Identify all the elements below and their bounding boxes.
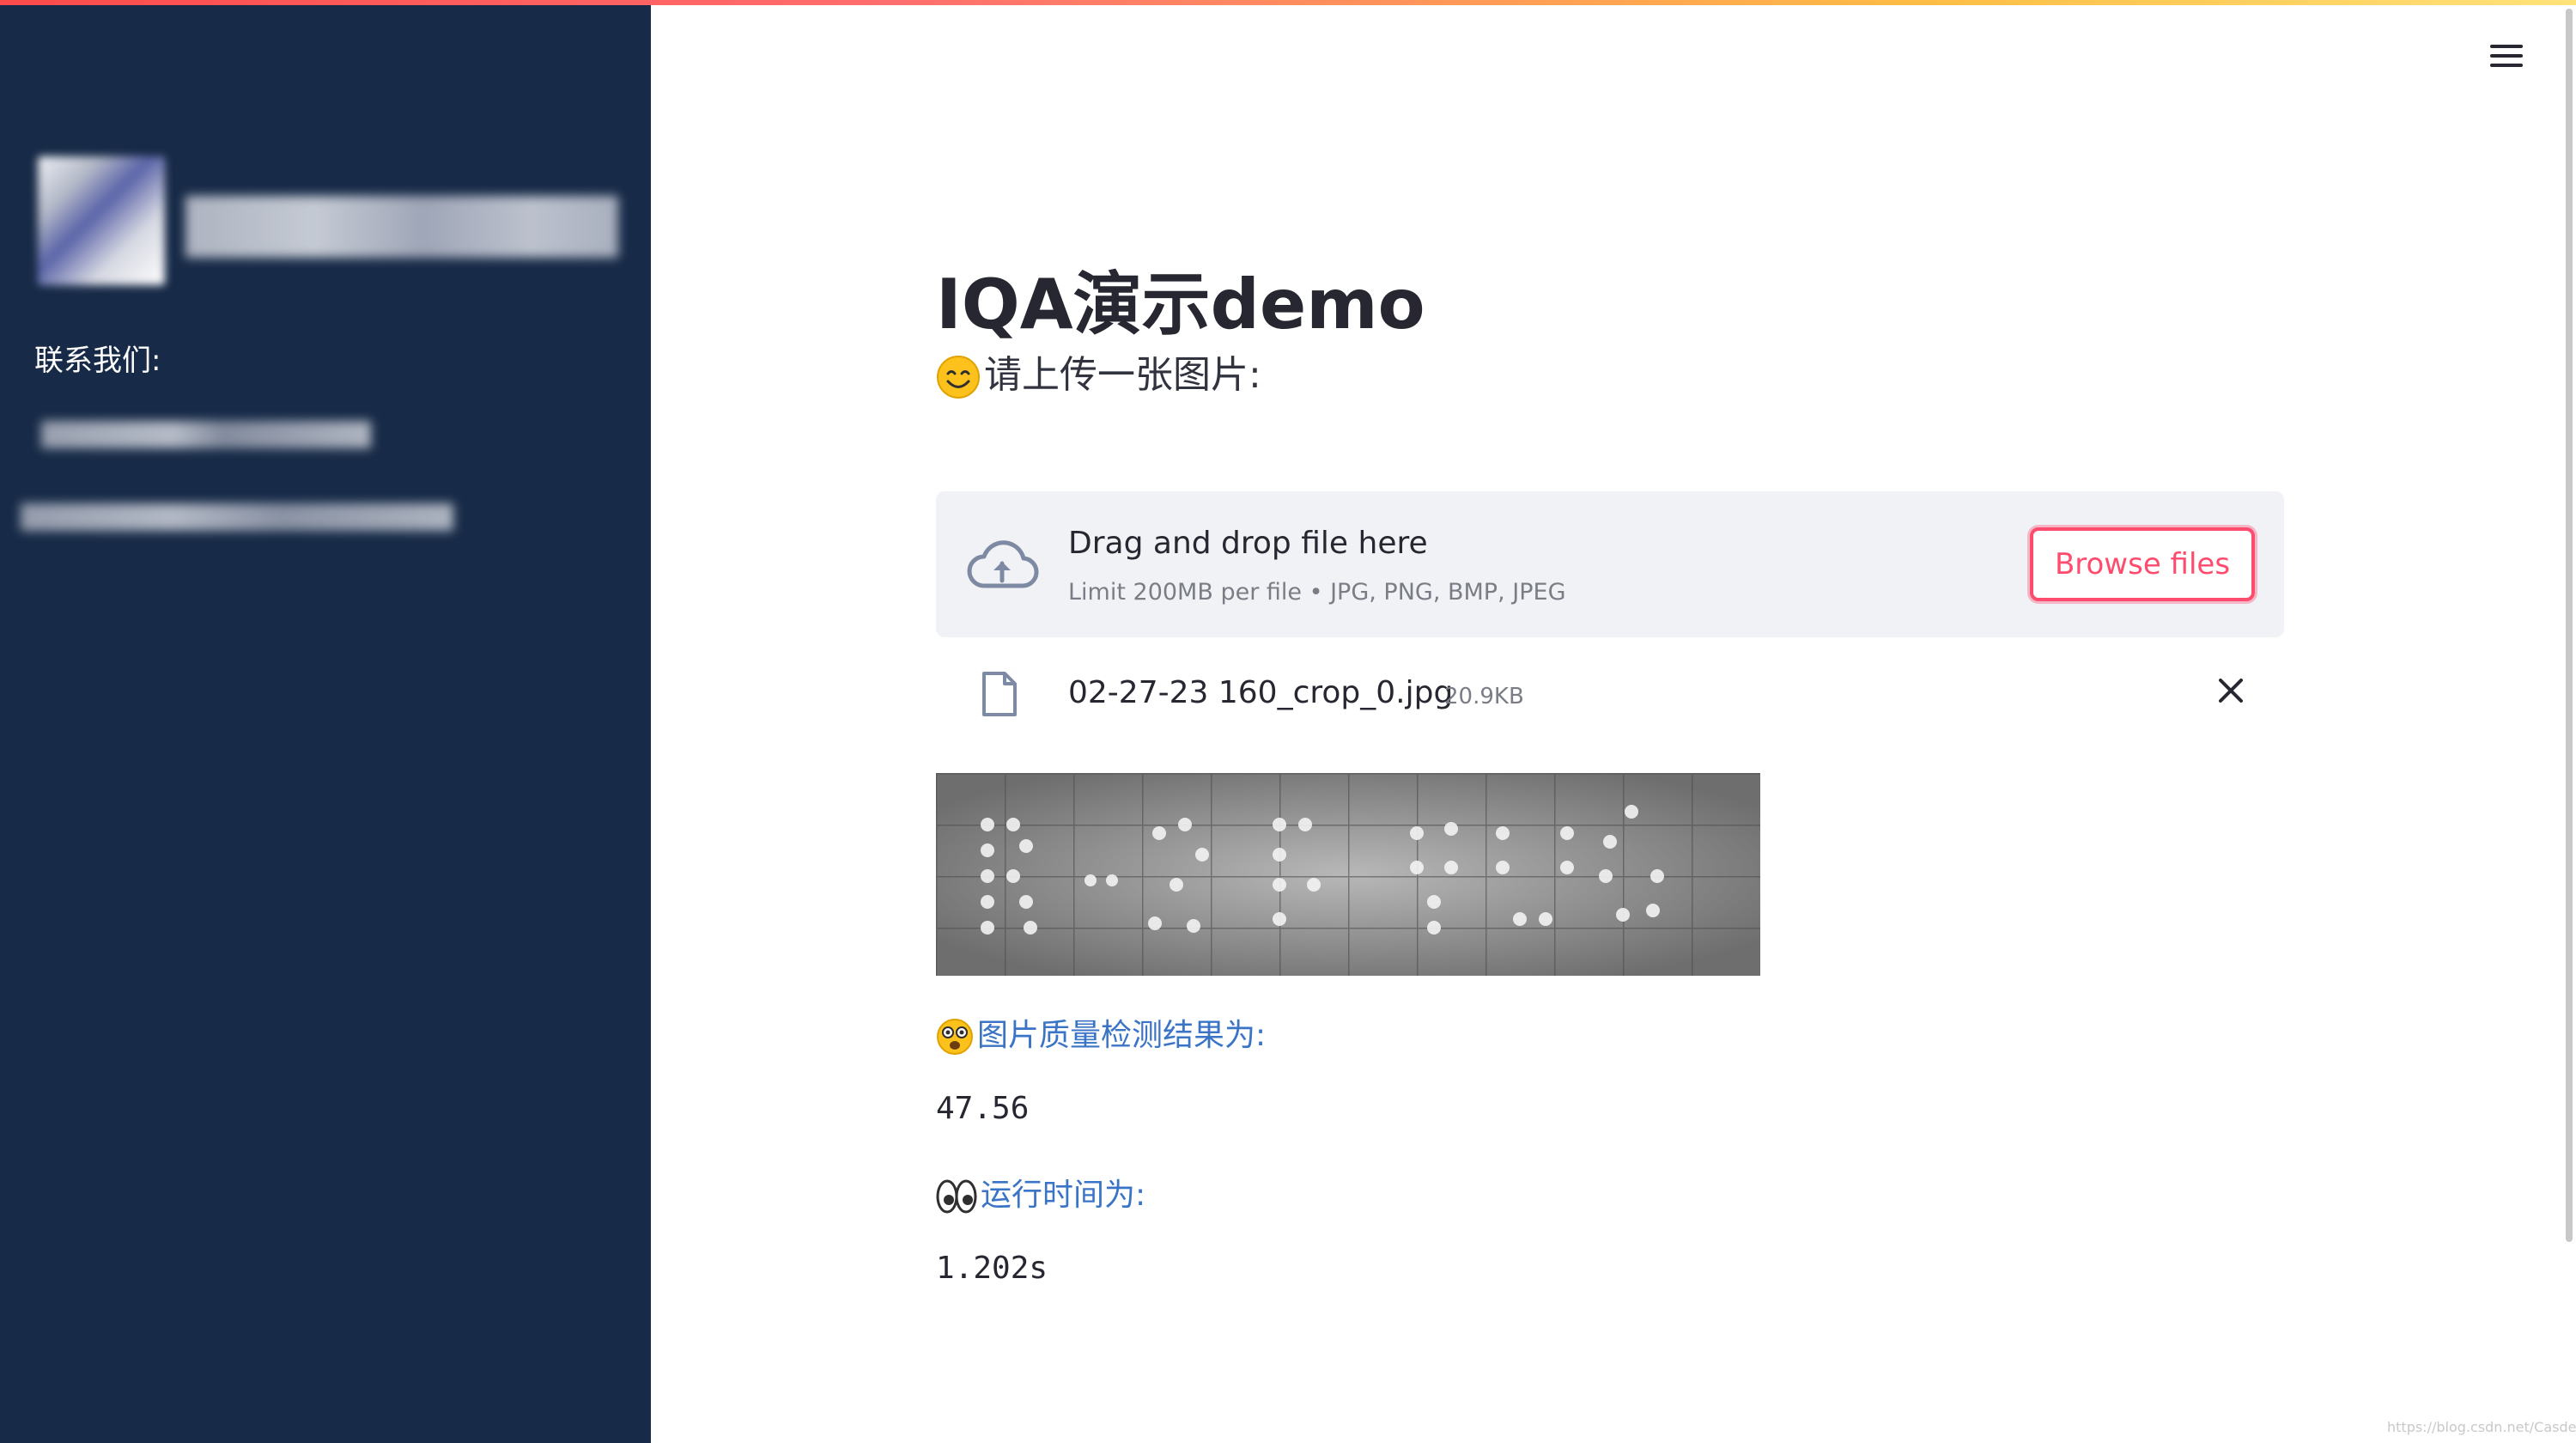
cloud-upload-icon bbox=[967, 540, 1039, 588]
smiling-face-icon bbox=[937, 356, 980, 399]
file-icon bbox=[982, 672, 1017, 716]
contact-line-blurred bbox=[21, 503, 453, 531]
uploaded-file-name: 02-27-23 160_crop_0.jpg bbox=[1068, 675, 1454, 710]
page-title: IQA演示demo bbox=[936, 264, 1425, 344]
brand-name-blurred bbox=[185, 196, 618, 258]
upload-prompt: 请上传一张图片: bbox=[936, 344, 1261, 399]
sidebar: 联系我们: bbox=[0, 5, 651, 1443]
uploaded-file-row: 02-27-23 160_crop_0.jpg 20.9KB bbox=[936, 661, 2284, 730]
runtime-value: 1.202s bbox=[936, 1251, 1048, 1286]
uploaded-file-size: 20.9KB bbox=[1444, 684, 1524, 709]
scrollbar[interactable] bbox=[2566, 9, 2573, 1242]
file-limit-text: Limit 200MB per file • JPG, PNG, BMP, JP… bbox=[1068, 579, 1566, 606]
license-plate-image bbox=[936, 773, 1760, 976]
remove-file-icon[interactable] bbox=[2215, 675, 2246, 706]
file-uploader-dropzone[interactable]: Drag and drop file here Limit 200MB per … bbox=[936, 491, 2284, 637]
astonished-face-icon bbox=[937, 1019, 973, 1055]
contact-label: 联系我们: bbox=[34, 344, 161, 378]
top-accent-bar bbox=[0, 0, 2576, 5]
hamburger-menu-icon[interactable] bbox=[2490, 43, 2523, 69]
contact-line-blurred bbox=[41, 421, 371, 448]
drag-drop-text: Drag and drop file here bbox=[1068, 526, 1428, 561]
watermark-text: https://blog.csdn.net/Casdelve bbox=[2387, 1419, 2576, 1435]
uploaded-image-preview bbox=[936, 773, 1760, 976]
runtime-label: 运行时间为: bbox=[936, 1170, 1145, 1215]
runtime-label-text: 运行时间为: bbox=[981, 1178, 1146, 1213]
quality-result-text: 图片质量检测结果为: bbox=[977, 1018, 1267, 1053]
browse-files-button[interactable]: Browse files bbox=[2030, 527, 2255, 601]
logo-blurred bbox=[38, 156, 165, 285]
eyes-icon bbox=[936, 1179, 977, 1214]
quality-result-value: 47.56 bbox=[936, 1091, 1030, 1126]
quality-result-label: 图片质量检测结果为: bbox=[936, 1010, 1266, 1056]
upload-prompt-text: 请上传一张图片: bbox=[984, 353, 1261, 397]
